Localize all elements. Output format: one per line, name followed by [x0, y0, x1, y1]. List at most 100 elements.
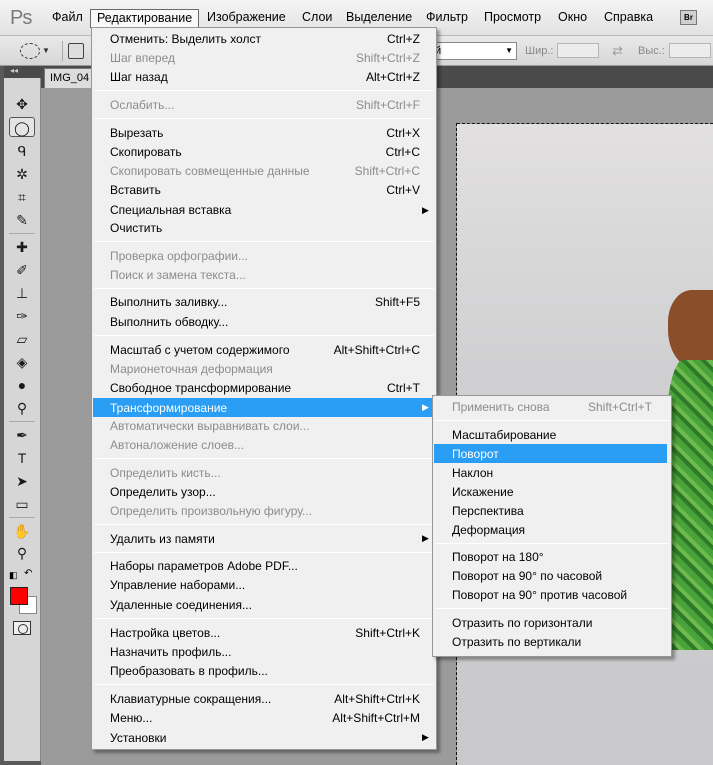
- menu-item-spelling[interactable]: Проверка орфографии...: [110, 247, 248, 265]
- submenu-item-rotate-180[interactable]: Поворот на 180°: [452, 548, 544, 566]
- submenu-item-warp[interactable]: Деформация: [452, 521, 525, 539]
- width-field[interactable]: [557, 43, 599, 58]
- eraser-icon[interactable]: ▱: [9, 329, 35, 349]
- menu-item-find-replace[interactable]: Поиск и замена текста...: [110, 266, 246, 284]
- submenu-arrow-icon: ▶: [422, 732, 429, 742]
- menu-edit[interactable]: Редактирование: [90, 9, 200, 28]
- submenu-item-perspective[interactable]: Перспектива: [452, 502, 524, 520]
- zoom-icon[interactable]: ⚲: [9, 543, 35, 563]
- blur-icon[interactable]: ●: [9, 375, 35, 395]
- menu-item-define-brush[interactable]: Определить кисть...: [110, 464, 221, 482]
- menu-image[interactable]: Изображение: [201, 9, 292, 28]
- new-selection-icon[interactable]: [68, 43, 84, 59]
- menu-separator: [94, 684, 434, 685]
- menu-item-free-transform[interactable]: Свободное трансформирование: [110, 379, 291, 397]
- shortcut: Shift+Ctrl+K: [355, 626, 420, 640]
- path-selection-icon[interactable]: ➤: [9, 471, 35, 491]
- elliptical-marquee-icon[interactable]: ◯: [9, 117, 35, 137]
- menu-item-menus[interactable]: Меню...: [110, 709, 152, 727]
- menu-item-copy[interactable]: Скопировать: [110, 143, 182, 161]
- menu-item-paste[interactable]: Вставить: [110, 181, 161, 199]
- toolbox-header[interactable]: ◂◂: [4, 66, 41, 78]
- menu-item-clear[interactable]: Очистить: [110, 219, 162, 237]
- swap-colors-icon[interactable]: ↶: [24, 568, 32, 579]
- menu-item-keyboard-shortcuts[interactable]: Клавиатурные сокращения...: [110, 690, 271, 708]
- menu-item-preferences[interactable]: Установки: [110, 729, 166, 747]
- default-colors-icon[interactable]: ◧: [9, 570, 19, 580]
- marquee-preset-icon[interactable]: [20, 43, 40, 59]
- menu-filter[interactable]: Фильтр: [420, 9, 474, 28]
- paint-bucket-icon[interactable]: ◈: [9, 352, 35, 372]
- submenu-item-flip-vertical[interactable]: Отразить по вертикали: [452, 633, 581, 651]
- height-field[interactable]: [669, 43, 711, 58]
- foreground-color-swatch[interactable]: [10, 587, 28, 605]
- eyedropper-icon[interactable]: ✎: [9, 210, 35, 230]
- menu-item-fade[interactable]: Ослабить...: [110, 96, 174, 114]
- brush-icon[interactable]: ✐: [9, 260, 35, 280]
- menu-item-copy-merged[interactable]: Скопировать совмещенные данные: [110, 162, 310, 180]
- crop-icon[interactable]: ⌗: [9, 187, 35, 207]
- menu-help[interactable]: Справка: [598, 9, 659, 28]
- submenu-item-scale[interactable]: Масштабирование: [452, 426, 556, 444]
- menu-item-convert-profile[interactable]: Преобразовать в профиль...: [110, 662, 268, 680]
- submenu-item-rotate[interactable]: Поворот: [452, 445, 499, 463]
- menu-separator: [94, 335, 434, 336]
- menu-item-auto-align[interactable]: Автоматически выравнивать слои...: [110, 417, 310, 435]
- submenu-item-rotate-90-ccw[interactable]: Поворот на 90° против часовой: [452, 586, 627, 604]
- menu-item-paste-special[interactable]: Специальная вставка: [110, 201, 231, 219]
- menu-view[interactable]: Просмотр: [478, 9, 547, 28]
- shortcut: Ctrl+C: [385, 145, 420, 159]
- menu-item-assign-profile[interactable]: Назначить профиль...: [110, 643, 231, 661]
- dodge-icon[interactable]: ⚲: [9, 398, 35, 418]
- menu-separator: [94, 288, 434, 289]
- menu-item-content-aware-scale[interactable]: Масштаб с учетом содержимого: [110, 341, 290, 359]
- submenu-item-again[interactable]: Применить снова: [452, 398, 550, 416]
- move-icon[interactable]: ✥: [9, 94, 35, 114]
- menu-item-step-forward[interactable]: Шаг вперед: [110, 49, 175, 67]
- pen-icon[interactable]: ✒: [9, 425, 35, 445]
- menu-item-color-settings[interactable]: Настройка цветов...: [110, 624, 220, 642]
- menu-item-transform[interactable]: Трансформирование: [110, 399, 227, 417]
- submenu-item-skew[interactable]: Наклон: [452, 464, 493, 482]
- menu-item-preset-manager[interactable]: Управление наборами...: [110, 576, 245, 594]
- shortcut: Shift+Ctrl+T: [587, 400, 652, 414]
- lasso-icon[interactable]: ᑫ: [9, 141, 35, 161]
- menu-item-define-pattern[interactable]: Определить узор...: [110, 483, 216, 501]
- type-icon[interactable]: T: [9, 448, 35, 468]
- menu-item-undo[interactable]: Отменить: Выделить холст: [110, 30, 261, 48]
- menu-window[interactable]: Окно: [552, 9, 593, 28]
- quick-selection-icon[interactable]: ✲: [9, 164, 35, 184]
- menu-item-remote-connections[interactable]: Удаленные соединения...: [110, 596, 252, 614]
- quick-mask-icon[interactable]: [13, 621, 31, 635]
- submenu-item-distort[interactable]: Искажение: [452, 483, 514, 501]
- menu-item-auto-blend[interactable]: Автоналожение слоев...: [110, 436, 244, 454]
- shortcut: Shift+F5: [374, 295, 420, 309]
- submenu-item-flip-horizontal[interactable]: Отразить по горизонтали: [452, 614, 592, 632]
- shortcut: Alt+Shift+Ctrl+K: [334, 692, 420, 706]
- menu-item-fill[interactable]: Выполнить заливку...: [110, 293, 227, 311]
- menu-layers[interactable]: Слои: [296, 9, 338, 28]
- bridge-button[interactable]: Br: [680, 10, 697, 25]
- menu-item-define-shape[interactable]: Определить произвольную фигуру...: [110, 502, 312, 520]
- swap-icon[interactable]: ⇄: [612, 43, 623, 59]
- chevron-down-icon[interactable]: ▼: [42, 46, 50, 55]
- menu-separator: [435, 420, 669, 421]
- menu-select[interactable]: Выделение: [340, 9, 418, 28]
- submenu-item-rotate-90-cw[interactable]: Поворот на 90° по часовой: [452, 567, 602, 585]
- history-brush-icon[interactable]: ✑: [9, 306, 35, 326]
- menu-item-cut[interactable]: Вырезать: [110, 124, 163, 142]
- shortcut: Alt+Shift+Ctrl+M: [332, 711, 420, 725]
- menu-item-pdf-presets[interactable]: Наборы параметров Adobe PDF...: [110, 557, 298, 575]
- divider: [9, 421, 35, 422]
- menu-item-puppet-warp[interactable]: Марионеточная деформация: [110, 360, 273, 378]
- healing-brush-icon[interactable]: ✚: [9, 237, 35, 257]
- menu-item-purge[interactable]: Удалить из памяти: [110, 530, 215, 548]
- submenu-arrow-icon: ▶: [422, 205, 429, 215]
- width-label: Шир.:: [525, 45, 554, 57]
- rectangle-icon[interactable]: ▭: [9, 494, 35, 514]
- menu-item-stroke[interactable]: Выполнить обводку...: [110, 313, 228, 331]
- menu-file[interactable]: Файл: [46, 9, 89, 28]
- clone-stamp-icon[interactable]: ⊥: [9, 283, 35, 303]
- hand-icon[interactable]: ✋: [9, 521, 35, 541]
- menu-item-step-backward[interactable]: Шаг назад: [110, 68, 168, 86]
